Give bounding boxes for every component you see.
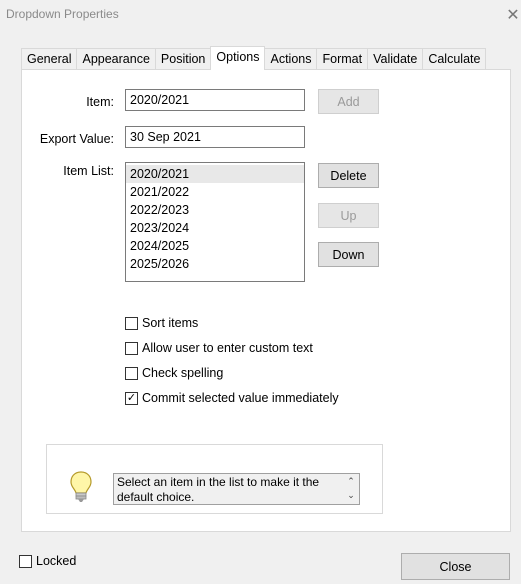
tab-calculate[interactable]: Calculate <box>422 48 487 70</box>
commit-immediately-checkbox[interactable]: ✓ Commit selected value immediately <box>125 391 339 405</box>
scroll-up-icon[interactable]: ⌃ <box>345 474 357 488</box>
close-button[interactable]: Close <box>401 553 510 580</box>
tab-general[interactable]: General <box>21 48 77 70</box>
locked-checkbox[interactable]: Locked <box>19 554 76 568</box>
checkbox-box[interactable] <box>125 366 138 380</box>
tab-validate[interactable]: Validate <box>367 48 423 70</box>
lightbulb-icon <box>70 471 92 502</box>
tab-appearance[interactable]: Appearance <box>76 48 155 70</box>
item-list-label: Item List: <box>63 164 114 178</box>
checkbox-label: Allow user to enter custom text <box>142 341 313 355</box>
export-value-input[interactable]: 30 Sep 2021 <box>125 126 305 148</box>
options-panel: Item: 2020/2021 Add Export Value: 30 Sep… <box>21 69 511 532</box>
hint-text: Select an item in the list to make it th… <box>113 473 360 505</box>
hint-box: Select an item in the list to make it th… <box>46 444 383 514</box>
list-item[interactable]: 2024/2025 <box>126 237 304 255</box>
checkbox-box[interactable] <box>125 341 138 355</box>
checkbox-label: Check spelling <box>142 366 224 380</box>
checkbox-label: Sort items <box>142 316 199 330</box>
tab-format[interactable]: Format <box>316 48 368 70</box>
list-item[interactable]: 2025/2026 <box>126 255 304 273</box>
tab-actions[interactable]: Actions <box>265 48 317 70</box>
hint-message: Select an item in the list to make it th… <box>117 475 320 504</box>
checkbox-box[interactable] <box>125 316 138 330</box>
window-title: Dropdown Properties <box>6 7 119 21</box>
custom-text-checkbox[interactable]: Allow user to enter custom text <box>125 341 313 355</box>
close-icon[interactable]: ✕ <box>505 0 521 30</box>
tab-bar: General Appearance Position Options Acti… <box>21 46 487 70</box>
list-item[interactable]: 2021/2022 <box>126 183 304 201</box>
add-button[interactable]: Add <box>318 89 379 114</box>
list-item[interactable]: 2023/2024 <box>126 219 304 237</box>
item-label: Item: <box>86 95 114 109</box>
checkbox-box[interactable] <box>19 554 32 568</box>
export-value-label: Export Value: <box>39 132 114 146</box>
delete-button[interactable]: Delete <box>318 163 379 188</box>
up-button[interactable]: Up <box>318 203 379 228</box>
sort-items-checkbox[interactable]: Sort items <box>125 316 198 330</box>
down-button[interactable]: Down <box>318 242 379 267</box>
scroll-down-icon[interactable]: ⌄ <box>345 488 357 502</box>
item-input[interactable]: 2020/2021 <box>125 89 305 111</box>
tab-position[interactable]: Position <box>154 48 211 70</box>
list-item[interactable]: 2020/2021 <box>126 165 304 183</box>
list-item[interactable]: 2022/2023 <box>126 201 304 219</box>
check-icon[interactable]: ✓ <box>125 391 138 405</box>
checkbox-label: Commit selected value immediately <box>142 391 339 405</box>
hint-scrollbar[interactable]: ⌃ ⌄ <box>345 474 357 504</box>
item-listbox[interactable]: 2020/2021 2021/2022 2022/2023 2023/2024 … <box>125 162 305 282</box>
locked-label: Locked <box>36 554 77 568</box>
tab-options[interactable]: Options <box>210 46 266 70</box>
check-spelling-checkbox[interactable]: Check spelling <box>125 366 223 380</box>
